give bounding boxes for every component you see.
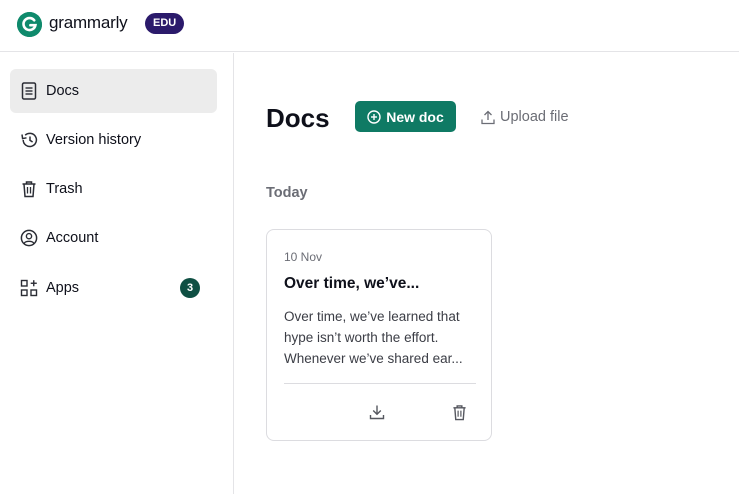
download-icon [369, 404, 385, 420]
grammarly-logo-icon[interactable] [17, 12, 42, 37]
apps-icon [19, 278, 39, 298]
excerpt-line: Over time, we’ve learned that [284, 309, 460, 324]
page-title: Docs [266, 103, 330, 133]
sidebar-item-docs[interactable]: Docs [10, 69, 217, 113]
sidebar-item-label: Trash [46, 181, 83, 197]
sidebar-item-apps[interactable]: Apps 3 [10, 266, 217, 310]
account-icon [19, 228, 39, 248]
sidebar-item-version-history[interactable]: Version history [10, 118, 217, 162]
download-button[interactable] [367, 402, 387, 422]
sidebar: Docs Version history Trash Account Apps … [0, 53, 234, 494]
document-title: Over time, we’ve... [284, 275, 420, 292]
document-date: 10 Nov [284, 250, 323, 264]
trash-icon [452, 404, 467, 421]
upload-icon [481, 110, 495, 125]
sidebar-item-label: Docs [46, 83, 80, 99]
history-icon [19, 130, 39, 150]
section-label-today: Today [266, 185, 308, 201]
document-excerpt: Over time, we’ve learned that hype isn’t… [284, 306, 478, 369]
main-content: Docs New doc Upload file Today 10 Nov Ov… [235, 53, 739, 494]
excerpt-line: Whenever we’ve shared ear... [284, 351, 463, 366]
document-icon [19, 81, 39, 101]
logo-text: grammarly [49, 13, 128, 32]
sidebar-item-label: Version history [46, 132, 142, 148]
delete-document-button[interactable] [449, 402, 469, 422]
excerpt-line: hype isn’t worth the effort. [284, 330, 439, 345]
card-divider [284, 383, 476, 384]
document-card[interactable]: 10 Nov Over time, we’ve... Over time, we… [266, 229, 492, 441]
sidebar-item-label: Apps [46, 280, 80, 296]
upload-file-label: Upload file [500, 109, 569, 125]
upload-file-button[interactable]: Upload file [481, 107, 569, 127]
new-doc-button[interactable]: New doc [355, 101, 456, 132]
apps-count-badge: 3 [180, 278, 200, 298]
sidebar-item-trash[interactable]: Trash [10, 167, 217, 211]
new-doc-label: New doc [386, 108, 444, 125]
sidebar-item-account[interactable]: Account [10, 216, 217, 260]
top-header: grammarly EDU [0, 0, 739, 52]
trash-icon [19, 179, 39, 199]
plan-badge: EDU [145, 13, 185, 34]
plus-circle-icon [367, 109, 381, 124]
sidebar-item-label: Account [46, 230, 99, 246]
